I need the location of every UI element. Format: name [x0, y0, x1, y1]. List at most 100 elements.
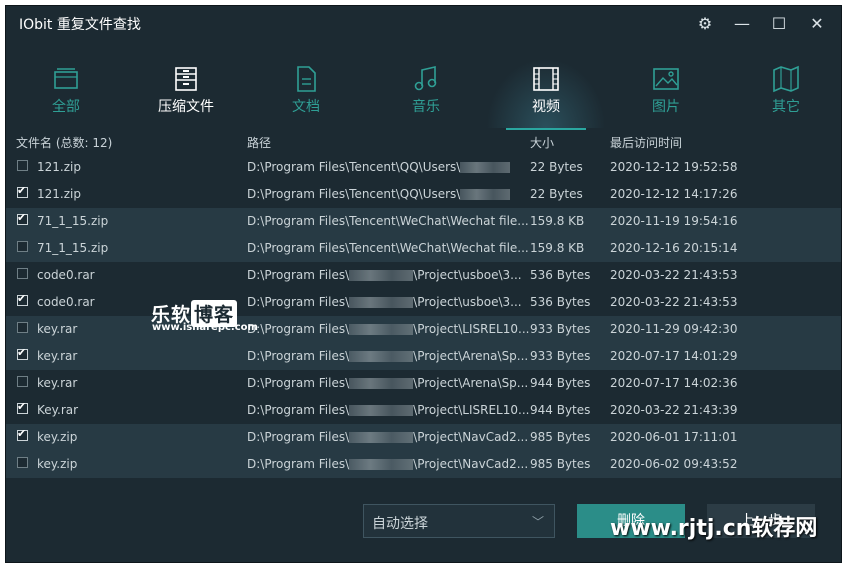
row-checkbox[interactable]: [17, 268, 28, 279]
table-row[interactable]: ✔ code0.rar D:\Program Files\ \Project\usbo…: [6, 289, 841, 316]
redacted-segment: [349, 324, 414, 335]
tab-documents[interactable]: 文档: [246, 58, 366, 128]
chevron-down-icon: ﹀: [531, 515, 544, 529]
check-icon: ✔: [17, 292, 27, 305]
file-size: 536 Bytes: [530, 268, 591, 282]
file-last-access: 2020-07-17 14:02:36: [610, 376, 738, 390]
file-path: D:\Program Files\ \Project\NavCad2...: [247, 430, 528, 444]
file-path-suffix: \Project\NavCad2...: [413, 457, 529, 471]
file-name: Key.rar: [37, 403, 79, 417]
table-row[interactable]: 71_1_15.zip D:\Program Files\Tencent\WeCh…: [6, 235, 841, 262]
image-icon: [653, 68, 679, 90]
file-path-suffix: \Project\Arena\Sp...: [413, 376, 529, 390]
tab-other[interactable]: 其它: [726, 58, 841, 128]
check-icon: ✔: [17, 346, 27, 359]
row-checkbox[interactable]: [17, 241, 28, 252]
table-row[interactable]: code0.rar D:\Program Files\ \Project\usboe…: [6, 262, 841, 289]
maximize-icon[interactable]: ☐: [766, 11, 792, 37]
header-time[interactable]: 最后访问时间: [610, 134, 682, 151]
table-row[interactable]: ✔ key.rar D:\Program Files\ \Project\Arena\…: [6, 343, 841, 370]
file-path-prefix: D:\Program Files\Tencent\QQ\Users\: [247, 160, 461, 174]
file-path: D:\Program Files\ \Project\usboe\3...: [247, 295, 522, 309]
file-path: D:\Program Files\ \Project\Arena\Sp...: [247, 376, 528, 390]
row-checkbox[interactable]: [17, 457, 28, 468]
redacted-segment: [460, 189, 511, 200]
tab-all[interactable]: 全部: [6, 58, 126, 128]
tab-video[interactable]: 视频: [486, 58, 606, 130]
list-header: 文件名 (总数: 12) 路径 大小 最后访问时间: [6, 130, 841, 152]
row-checkbox[interactable]: ✔: [17, 346, 28, 360]
file-name: 71_1_15.zip: [37, 241, 109, 255]
table-row[interactable]: ✔ 71_1_15.zip D:\Program Files\Tencent\WeC…: [6, 208, 841, 235]
row-checkbox[interactable]: ✔: [17, 400, 28, 414]
file-last-access: 2020-03-22 21:43:53: [610, 295, 738, 309]
row-checkbox[interactable]: ✔: [17, 184, 28, 198]
app-window: IObit 重复文件查找 ⚙ — ☐ ✕ 全部 压缩文件 文档 音乐 视频 图片…: [5, 5, 842, 563]
minimize-icon[interactable]: —: [729, 11, 755, 37]
file-size: 985 Bytes: [530, 457, 591, 471]
table-row[interactable]: key.zip D:\Program Files\ \Project\NavCad2…: [6, 451, 841, 478]
file-size: 22 Bytes: [530, 187, 583, 201]
music-icon: [414, 65, 437, 91]
row-checkbox[interactable]: ✔: [17, 292, 28, 306]
file-size: 159.8 KB: [530, 241, 585, 255]
row-checkbox[interactable]: [17, 322, 28, 333]
auto-select-dropdown[interactable]: 自动选择 ﹀: [363, 504, 555, 538]
table-row[interactable]: ✔ key.zip D:\Program Files\ \Project\NavCad…: [6, 424, 841, 451]
redacted-segment: [349, 405, 414, 416]
table-row[interactable]: key.rar D:\Program Files\ \Project\Arena\S…: [6, 370, 841, 397]
file-path-prefix: D:\Program Files\Tencent\WeChat\Wechat f…: [247, 241, 529, 255]
row-checkbox[interactable]: [17, 160, 28, 171]
file-last-access: 2020-12-16 20:15:14: [610, 241, 738, 255]
auto-select-value: 自动选择: [372, 516, 428, 532]
file-path-suffix: \Project\Arena\Sp...: [413, 349, 529, 363]
file-name: 121.zip: [37, 160, 81, 174]
redacted-segment: [349, 351, 414, 362]
file-path-suffix: \Project\LISREL10...: [413, 322, 530, 336]
video-icon: [533, 67, 559, 91]
file-size: 985 Bytes: [530, 430, 591, 444]
settings-icon[interactable]: ⚙: [692, 11, 718, 37]
file-path-prefix: D:\Program Files\: [247, 349, 350, 363]
header-path[interactable]: 路径: [247, 134, 271, 151]
category-tabs: 全部 压缩文件 文档 音乐 视频 图片 其它: [6, 58, 841, 130]
table-row[interactable]: ✔ Key.rar D:\Program Files\ \Project\LISREL…: [6, 397, 841, 424]
row-checkbox[interactable]: [17, 376, 28, 387]
tab-music[interactable]: 音乐: [366, 58, 486, 128]
redacted-segment: [349, 297, 414, 308]
file-path-prefix: D:\Program Files\: [247, 403, 350, 417]
file-last-access: 2020-03-22 21:43:53: [610, 268, 738, 282]
header-size[interactable]: 大小: [530, 134, 554, 151]
tab-music-label: 音乐: [412, 99, 440, 115]
file-name: key.zip: [37, 457, 78, 471]
file-list: 121.zip D:\Program Files\Tencent\QQ\Users…: [6, 154, 841, 478]
file-path: D:\Program Files\ \Project\Arena\Sp...: [247, 349, 528, 363]
check-icon: ✔: [17, 211, 27, 224]
tab-all-label: 全部: [52, 99, 80, 115]
row-checkbox[interactable]: ✔: [17, 211, 28, 225]
header-name[interactable]: 文件名 (总数: 12): [16, 134, 112, 151]
file-last-access: 2020-11-29 09:42:30: [610, 322, 738, 336]
table-row[interactable]: ✔ 121.zip D:\Program Files\Tencent\QQ\User…: [6, 181, 841, 208]
file-name: code0.rar: [37, 268, 95, 282]
file-size: 933 Bytes: [530, 322, 591, 336]
file-path-suffix: \Project\usboe\3...: [413, 295, 522, 309]
file-path-prefix: D:\Program Files\: [247, 430, 350, 444]
check-icon: ✔: [17, 427, 27, 440]
file-name: code0.rar: [37, 295, 95, 309]
file-name: 71_1_15.zip: [37, 214, 109, 228]
file-path: D:\Program Files\ \Project\NavCad2...: [247, 457, 528, 471]
close-icon[interactable]: ✕: [804, 11, 830, 37]
file-size: 933 Bytes: [530, 349, 591, 363]
check-icon: ✔: [17, 184, 27, 197]
table-row[interactable]: key.rar D:\Program Files\ \Project\LISREL1…: [6, 316, 841, 343]
row-checkbox[interactable]: ✔: [17, 427, 28, 441]
table-row[interactable]: 121.zip D:\Program Files\Tencent\QQ\Users…: [6, 154, 841, 181]
file-size: 536 Bytes: [530, 295, 591, 309]
tab-archive[interactable]: 压缩文件: [126, 58, 246, 128]
tab-images[interactable]: 图片: [606, 58, 726, 128]
file-path: D:\Program Files\ \Project\LISREL10...: [247, 322, 529, 336]
app-title: IObit 重复文件查找: [19, 17, 141, 33]
file-size: 944 Bytes: [530, 403, 591, 417]
file-path: D:\Program Files\Tencent\QQ\Users\: [247, 187, 511, 201]
